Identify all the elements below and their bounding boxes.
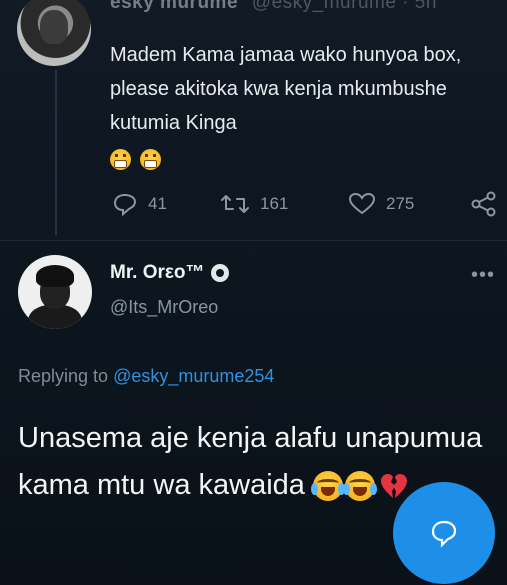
grimacing-face-emoji xyxy=(110,149,131,171)
tweet-divider xyxy=(0,240,507,241)
thread-connector-line xyxy=(55,70,57,235)
compose-reply-icon xyxy=(431,520,457,548)
face-with-tears-of-joy-emoji xyxy=(342,471,377,502)
grimacing-face-emoji xyxy=(139,149,161,171)
heart-icon xyxy=(348,192,376,215)
reply-tweet-body: Unasema aje kenja alafu unapumua kama mt… xyxy=(18,422,483,501)
parent-author-avatar[interactable] xyxy=(17,0,91,66)
reply-icon xyxy=(113,193,137,216)
reply-count: 41 xyxy=(148,194,167,213)
avatar-hair xyxy=(36,265,74,287)
like-count: 275 xyxy=(386,194,415,213)
tweet-thread-screen: esky murume @esky_murume · 5h Madem Kama… xyxy=(0,0,507,585)
share-icon xyxy=(471,191,496,217)
parent-tweet-body: Madem Kama jamaa wako hunyoa box, please… xyxy=(110,44,462,134)
retweet-action[interactable]: 161 xyxy=(220,189,288,219)
share-action[interactable] xyxy=(470,189,498,219)
avatar-face xyxy=(40,10,68,44)
parent-emoji-line xyxy=(110,142,490,176)
verified-badge-icon xyxy=(210,264,229,282)
reply-author-name-row[interactable]: Mr. Orεo™ xyxy=(110,262,229,284)
retweet-icon xyxy=(221,195,249,213)
reply-author-name: Mr. Orεo™ xyxy=(110,262,205,283)
retweet-count: 161 xyxy=(260,194,289,213)
compose-reply-button[interactable] xyxy=(393,482,495,584)
parent-tweet[interactable]: esky murume @esky_murume · 5h Madem Kama… xyxy=(0,0,507,240)
reply-action[interactable]: 41 xyxy=(112,189,167,219)
parent-action-bar: 41 161 275 xyxy=(112,189,502,219)
reply-author-avatar[interactable] xyxy=(18,255,92,329)
face-with-tears-of-joy-emoji xyxy=(310,471,345,502)
parent-author-header[interactable]: esky murume @esky_murume · 5h xyxy=(110,0,437,14)
broken-heart-emoji xyxy=(380,474,407,499)
parent-author-name: esky murume xyxy=(110,0,239,13)
parent-author-handle: @esky_murume · 5h xyxy=(251,0,437,13)
more-dots-icon[interactable]: ••• xyxy=(471,264,495,287)
replying-to-mention[interactable]: @esky_murume254 xyxy=(113,366,274,386)
replying-prefix: Replying to xyxy=(18,366,114,386)
reply-author-handle[interactable]: @Its_MrOreo xyxy=(110,297,218,318)
like-action[interactable]: 275 xyxy=(348,189,414,219)
replying-to-line: Replying to @esky_murume254 xyxy=(18,366,274,387)
parent-tweet-text: Madem Kama jamaa wako hunyoa box, please… xyxy=(110,38,490,176)
